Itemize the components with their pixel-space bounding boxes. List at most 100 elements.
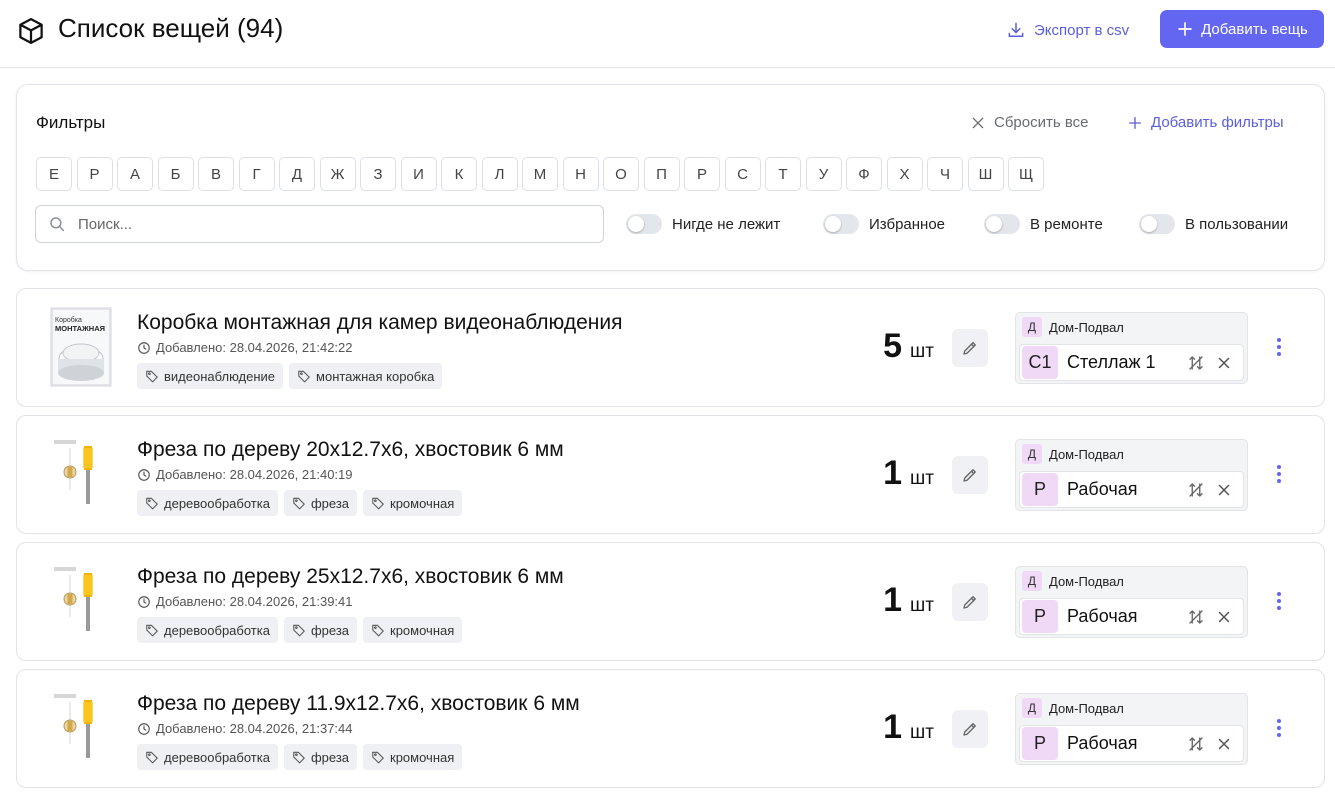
item-card[interactable]: Фреза по дереву 11.9х12.7х6, хвостовик 6… [16, 669, 1325, 788]
more-menu-button[interactable] [1272, 716, 1286, 740]
letter-filter-button[interactable]: Л [481, 157, 518, 191]
house-name: Дом-Подвал [1049, 319, 1124, 335]
close-icon[interactable] [1215, 735, 1233, 753]
item-name[interactable]: Фреза по дереву 11.9х12.7х6, хвостовик 6… [137, 692, 580, 716]
move-icon[interactable] [1187, 735, 1205, 753]
item-name[interactable]: Коробка монтажная для камер видеонаблюде… [137, 311, 622, 335]
tag-chip[interactable]: фреза [283, 744, 358, 770]
item-tags: деревообработка фреза кромочная [137, 617, 463, 643]
tag-icon [372, 751, 384, 764]
item-card[interactable]: Фреза по дереву 20х12.7х6, хвостовик 6 м… [16, 415, 1325, 534]
item-name[interactable]: Фреза по дереву 20х12.7х6, хвостовик 6 м… [137, 438, 564, 462]
tag-icon [293, 751, 305, 764]
letter-filter-button[interactable]: С [724, 157, 761, 191]
tag-chip[interactable]: деревообработка [137, 744, 278, 770]
item-date: Добавлено: 28.04.2026, 21:37:44 [137, 721, 353, 736]
toggle-nowhere[interactable]: Нигде не лежит [626, 214, 780, 234]
toggle-switch[interactable] [984, 214, 1020, 234]
location-place[interactable]: Р Рабочая [1019, 725, 1244, 762]
tag-chip[interactable]: деревообработка [137, 617, 278, 643]
location-house[interactable]: Д Дом-Подвал [1022, 571, 1124, 591]
letter-filter-button[interactable]: П [643, 157, 680, 191]
location-house[interactable]: Д Дом-Подвал [1022, 317, 1124, 337]
letter-filter-button[interactable]: Ш [967, 157, 1004, 191]
edit-quantity-button[interactable] [952, 329, 988, 367]
item-card[interactable]: Фреза по дереву 25х12.7х6, хвостовик 6 м… [16, 542, 1325, 661]
tag-chip[interactable]: кромочная [363, 617, 463, 643]
tag-chip[interactable]: кромочная [363, 744, 463, 770]
close-icon[interactable] [1215, 481, 1233, 499]
tag-chip[interactable]: видеонаблюдение [137, 363, 284, 389]
more-menu-button[interactable] [1272, 462, 1286, 486]
tag-chip[interactable]: фреза [283, 617, 358, 643]
tag-chip[interactable]: деревообработка [137, 490, 278, 516]
letter-filter-button[interactable]: Ж [319, 157, 356, 191]
letter-filter-button[interactable]: Щ [1008, 157, 1044, 191]
letter-filter-button[interactable]: Х [886, 157, 923, 191]
more-menu-button[interactable] [1272, 589, 1286, 613]
letter-filter-button[interactable]: М [522, 157, 558, 191]
toggle-in-use[interactable]: В пользовании [1139, 214, 1288, 234]
move-icon[interactable] [1187, 481, 1205, 499]
tag-label: кромочная [390, 749, 455, 765]
item-name[interactable]: Фреза по дереву 25х12.7х6, хвостовик 6 м… [137, 565, 564, 589]
close-icon[interactable] [1215, 608, 1233, 626]
add-item-button[interactable]: Добавить вещь [1160, 10, 1324, 48]
edit-quantity-button[interactable] [952, 583, 988, 621]
tag-chip[interactable]: монтажная коробка [289, 363, 443, 389]
tag-chip[interactable]: кромочная [363, 490, 463, 516]
move-icon[interactable] [1187, 354, 1205, 372]
letter-filter-button[interactable]: Н [562, 157, 599, 191]
edit-quantity-button[interactable] [952, 710, 988, 748]
close-icon[interactable] [1215, 354, 1233, 372]
add-filters-button[interactable]: Добавить фильтры [1127, 114, 1284, 131]
item-date-text: Добавлено: 28.04.2026, 21:42:22 [156, 340, 353, 355]
item-thumbnail[interactable] [50, 561, 112, 641]
letter-filter-bar: ЕРАБВГДЖЗИКЛМНОПРСТУФХЧШЩ [36, 157, 1044, 191]
toggle-switch[interactable] [626, 214, 662, 234]
letter-filter-button[interactable]: И [400, 157, 437, 191]
reset-filters-button[interactable]: Сбросить все [970, 114, 1088, 131]
letter-filter-button[interactable]: Е [36, 157, 72, 191]
letter-filter-button[interactable]: Д [279, 157, 315, 191]
letter-filter-button[interactable]: К [441, 157, 477, 191]
edit-quantity-button[interactable] [952, 456, 988, 494]
house-badge: Д [1022, 571, 1042, 591]
item-card[interactable]: Коробка МОНТАЖНАЯ Коробка монтажная для к… [16, 288, 1325, 407]
export-csv-button[interactable]: Экспорт в csv [1006, 16, 1129, 44]
search-input[interactable] [78, 215, 558, 233]
letter-filter-button[interactable]: Ч [927, 157, 963, 191]
search-box[interactable] [35, 205, 604, 243]
location-place[interactable]: С1 Стеллаж 1 [1019, 344, 1244, 381]
letter-filter-button[interactable]: Р [684, 157, 720, 191]
toggle-switch[interactable] [1139, 214, 1175, 234]
item-location: Д Дом-Подвал Р Рабочая [1015, 566, 1248, 638]
more-menu-button[interactable] [1272, 335, 1286, 359]
item-thumbnail[interactable] [50, 688, 112, 768]
letter-filter-button[interactable]: Ф [846, 157, 882, 191]
letter-filter-button[interactable]: З [360, 157, 396, 191]
place-badge: Р [1022, 473, 1058, 506]
letter-filter-button[interactable]: Г [238, 157, 275, 191]
house-name: Дом-Подвал [1049, 446, 1124, 462]
tag-chip[interactable]: фреза [283, 490, 358, 516]
letter-filter-button[interactable]: А [117, 157, 153, 191]
location-house[interactable]: Д Дом-Подвал [1022, 444, 1124, 464]
toggle-switch[interactable] [823, 214, 859, 234]
location-place[interactable]: Р Рабочая [1019, 598, 1244, 635]
location-place[interactable]: Р Рабочая [1019, 471, 1244, 508]
toggle-favorite[interactable]: Избранное [823, 214, 945, 234]
letter-filter-button[interactable]: Б [157, 157, 194, 191]
item-thumbnail[interactable] [50, 434, 112, 514]
dot [1277, 592, 1281, 596]
letter-filter-button[interactable]: Т [765, 157, 801, 191]
dot [1277, 599, 1281, 603]
letter-filter-button[interactable]: Р [76, 157, 113, 191]
letter-filter-button[interactable]: О [603, 157, 639, 191]
location-house[interactable]: Д Дом-Подвал [1022, 698, 1124, 718]
letter-filter-button[interactable]: В [198, 157, 234, 191]
letter-filter-button[interactable]: У [805, 157, 842, 191]
toggle-repair[interactable]: В ремонте [984, 214, 1103, 234]
move-icon[interactable] [1187, 608, 1205, 626]
item-thumbnail[interactable]: Коробка МОНТАЖНАЯ [50, 307, 112, 387]
